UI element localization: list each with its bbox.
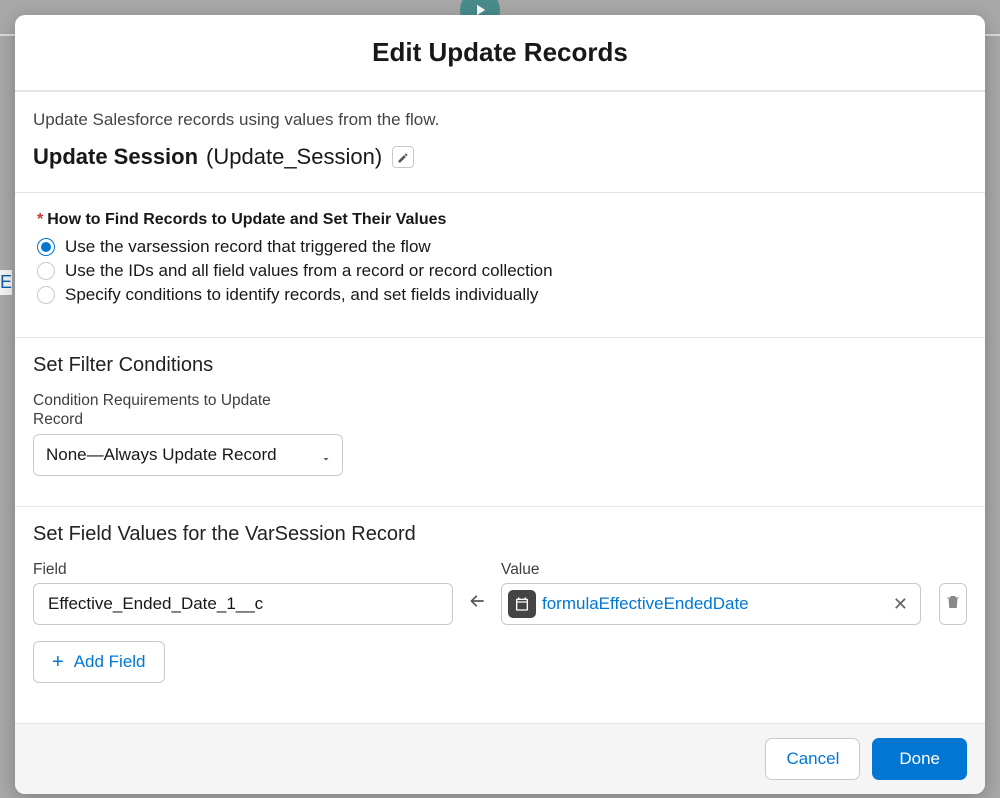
radio-icon bbox=[37, 238, 55, 256]
find-records-radio-group: Use the varsession record that triggered… bbox=[37, 235, 967, 307]
field-values-heading: Set Field Values for the VarSession Reco… bbox=[33, 523, 967, 546]
condition-requirements-value: None—Always Update Record bbox=[46, 445, 277, 465]
condition-requirements-select[interactable]: None—Always Update Record bbox=[33, 434, 343, 476]
field-label: Field bbox=[33, 560, 293, 579]
value-column: Value formulaEffectiveEndedDate ✕ bbox=[501, 560, 921, 625]
field-column: Field Effective_Ended_Date_1__c bbox=[33, 560, 453, 625]
pencil-icon bbox=[397, 144, 409, 170]
trash-icon bbox=[944, 593, 962, 616]
filter-heading: Set Filter Conditions bbox=[33, 354, 967, 377]
done-button[interactable]: Done bbox=[872, 738, 967, 780]
field-input-value: Effective_Ended_Date_1__c bbox=[48, 594, 263, 614]
modal-header: Edit Update Records bbox=[15, 15, 985, 92]
radio-label: Use the IDs and all field values from a … bbox=[65, 261, 553, 281]
record-label: Update Session bbox=[33, 144, 198, 170]
backdrop-text: E bbox=[0, 270, 12, 295]
chevron-down-icon bbox=[320, 450, 330, 460]
intro-section: Update Salesforce records using values f… bbox=[15, 92, 985, 180]
modal-description: Update Salesforce records using values f… bbox=[33, 110, 967, 130]
add-field-button[interactable]: + Add Field bbox=[33, 641, 165, 683]
arrow-left-icon bbox=[467, 591, 487, 616]
value-label: Value bbox=[501, 560, 761, 579]
radio-option-ids-collection[interactable]: Use the IDs and all field values from a … bbox=[37, 259, 967, 283]
clear-value-button[interactable]: ✕ bbox=[887, 594, 914, 615]
value-input[interactable]: formulaEffectiveEndedDate ✕ bbox=[501, 583, 921, 625]
radio-option-specify-conditions[interactable]: Specify conditions to identify records, … bbox=[37, 283, 967, 307]
cancel-label: Cancel bbox=[786, 749, 839, 769]
done-label: Done bbox=[899, 749, 940, 769]
radio-icon bbox=[37, 262, 55, 280]
edit-name-button[interactable] bbox=[392, 146, 414, 168]
condition-requirements-label: Condition Requirements to Update Record bbox=[33, 391, 293, 430]
modal-body: Update Salesforce records using values f… bbox=[15, 92, 985, 723]
plus-icon: + bbox=[52, 652, 64, 672]
cancel-button[interactable]: Cancel bbox=[765, 738, 860, 780]
record-title: Update Session (Update_Session) bbox=[33, 144, 967, 170]
field-value-row: Field Effective_Ended_Date_1__c Value bbox=[33, 560, 967, 625]
field-values-section: Set Field Values for the VarSession Reco… bbox=[15, 507, 985, 705]
edit-update-records-modal: Edit Update Records Update Salesforce re… bbox=[15, 15, 985, 794]
radio-label: Use the varsession record that triggered… bbox=[65, 237, 431, 257]
radio-icon bbox=[37, 286, 55, 304]
filter-section: Set Filter Conditions Condition Requirem… bbox=[15, 338, 985, 494]
modal-footer: Cancel Done bbox=[15, 723, 985, 794]
add-field-label: Add Field bbox=[74, 652, 146, 672]
radio-label: Specify conditions to identify records, … bbox=[65, 285, 538, 305]
delete-row-button[interactable] bbox=[939, 583, 967, 625]
value-pill-text: formulaEffectiveEndedDate bbox=[542, 594, 881, 614]
radio-option-triggering-record[interactable]: Use the varsession record that triggered… bbox=[37, 235, 967, 259]
find-records-label: How to Find Records to Update and Set Th… bbox=[37, 211, 967, 229]
field-input[interactable]: Effective_Ended_Date_1__c bbox=[33, 583, 453, 625]
modal-title: Edit Update Records bbox=[15, 37, 985, 68]
assignment-arrow bbox=[467, 583, 487, 625]
record-api-name: (Update_Session) bbox=[206, 144, 382, 170]
date-icon bbox=[508, 590, 536, 618]
find-records-section: How to Find Records to Update and Set Th… bbox=[15, 193, 985, 325]
